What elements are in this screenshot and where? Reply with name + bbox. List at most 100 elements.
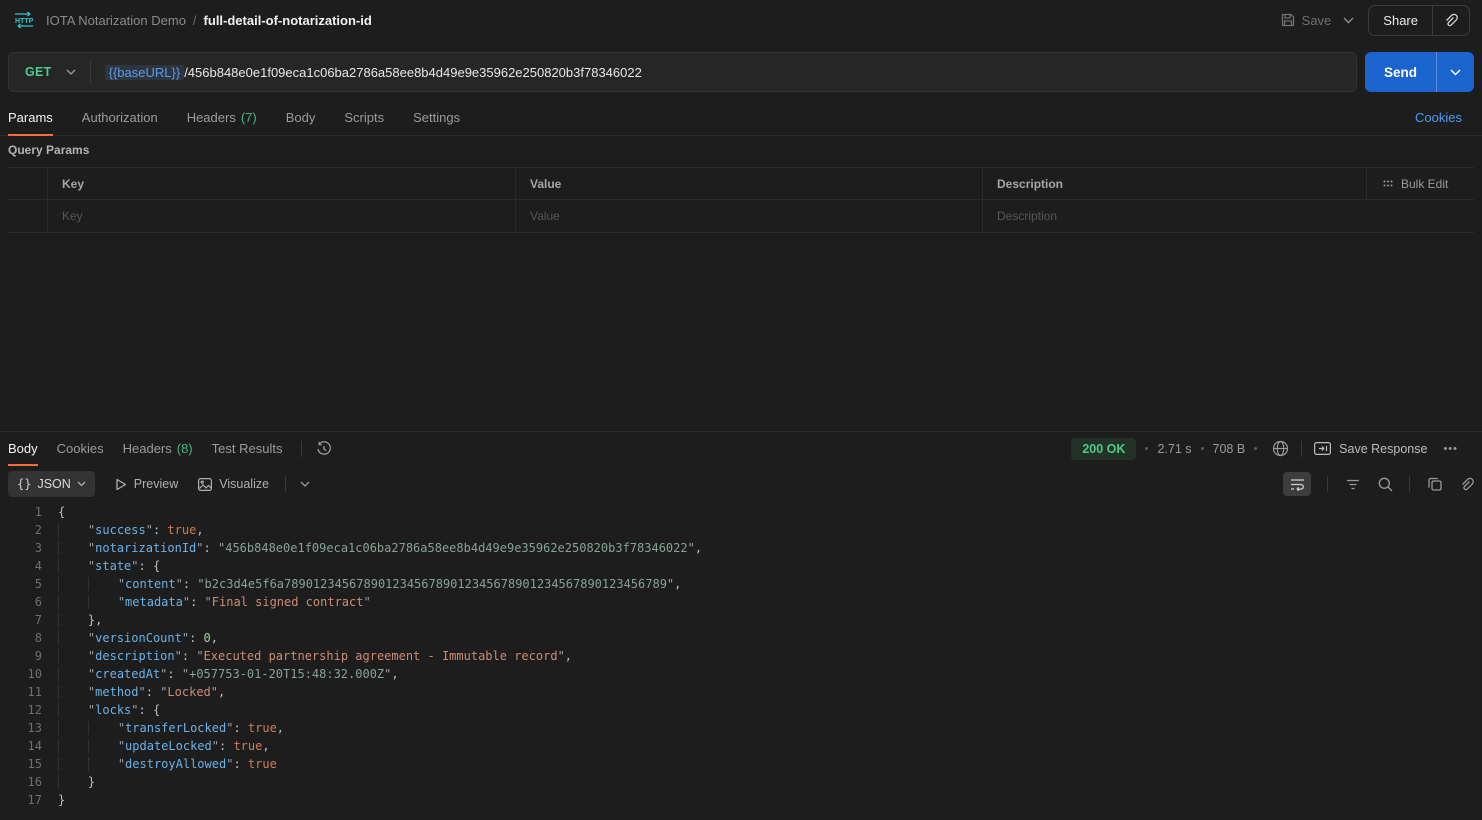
breadcrumb-request-name[interactable]: full-detail-of-notarization-id [204, 13, 372, 28]
tab-body[interactable]: Body [286, 100, 316, 136]
url-input[interactable]: {{baseURL}}/456b848e0e1f09eca1c06ba2786a… [105, 65, 642, 80]
line-number: 5 [0, 575, 42, 593]
bulk-edit-label: Bulk Edit [1401, 177, 1448, 191]
cookies-link[interactable]: Cookies [1415, 110, 1462, 125]
share-button[interactable]: Share [1369, 6, 1432, 35]
copy-link-icon[interactable] [1433, 6, 1469, 35]
response-history-clock-icon[interactable] [316, 441, 332, 457]
wrap-text-icon[interactable] [1283, 472, 1311, 496]
line-number: 13 [0, 719, 42, 737]
code-text: "method": "Locked", [42, 683, 225, 701]
line-number: 12 [0, 701, 42, 719]
save-response-label: Save Response [1339, 442, 1427, 456]
braces-icon: {} [17, 477, 31, 491]
line-number: 3 [0, 539, 42, 557]
line-number: 15 [0, 755, 42, 773]
line-number: 7 [0, 611, 42, 629]
filter-icon[interactable] [1346, 479, 1360, 490]
breadcrumb-collection[interactable]: IOTA Notarization Demo [46, 13, 186, 28]
code-lines: 1{2 "success": true,3 "notarizationId": … [0, 503, 1482, 809]
response-time[interactable]: 2.71 s [1157, 442, 1191, 456]
tab-params[interactable]: Params [8, 100, 53, 136]
drag-dots-icon [1383, 180, 1393, 187]
url-container: GET {{baseURL}}/456b848e0e1f09eca1c06ba2… [8, 52, 1357, 92]
line-number: 2 [0, 521, 42, 539]
visualize-button[interactable]: Visualize [198, 477, 269, 491]
code-text: "content": "b2c3d4e5f6a78901234567890123… [42, 575, 681, 593]
save-button-label: Save [1302, 13, 1332, 28]
code-line: 12 "locks": { [0, 701, 1482, 719]
row-checkbox-cell[interactable] [8, 200, 48, 232]
code-text: } [42, 773, 95, 791]
meta-dot [1145, 447, 1148, 450]
link-icon[interactable] [1460, 477, 1474, 492]
method-chevron-down-icon[interactable] [66, 69, 76, 75]
tab-headers-label: Headers [187, 110, 236, 125]
tab-headers[interactable]: Headers (7) [187, 100, 257, 136]
format-selector[interactable]: {} JSON [8, 471, 95, 497]
code-line: 13 "transferLocked": true, [0, 719, 1482, 737]
method-selector[interactable]: GET [9, 65, 66, 79]
line-number: 10 [0, 665, 42, 683]
tab-settings[interactable]: Settings [413, 100, 460, 136]
code-text: "transferLocked": true, [42, 719, 284, 737]
tab-headers-count: (7) [241, 110, 257, 125]
code-line: 10 "createdAt": "+057753-01-20T15:48:32.… [0, 665, 1482, 683]
code-text: "success": true, [42, 521, 204, 539]
send-button[interactable]: Send [1365, 52, 1437, 92]
visualize-label: Visualize [219, 477, 269, 491]
save-response-button[interactable]: Save Response [1314, 442, 1427, 456]
http-request-icon: HTTP [12, 11, 36, 29]
line-number: 16 [0, 773, 42, 791]
param-value-input[interactable] [530, 209, 982, 223]
toolbar-chevron-down-icon[interactable] [300, 481, 310, 487]
save-button[interactable]: Save [1281, 13, 1332, 28]
code-text: { [42, 503, 65, 521]
response-size[interactable]: 708 B [1213, 442, 1246, 456]
line-number: 11 [0, 683, 42, 701]
code-line: 9 "description": "Executed partnership a… [0, 647, 1482, 665]
response-tab-cookies[interactable]: Cookies [57, 432, 104, 466]
status-badge[interactable]: 200 OK [1071, 438, 1136, 460]
bulk-edit-button[interactable]: Bulk Edit [1367, 168, 1474, 199]
response-body-json[interactable]: 1{2 "success": true,3 "notarizationId": … [0, 503, 1482, 820]
param-description-input[interactable] [997, 209, 1367, 223]
response-tab-test-results[interactable]: Test Results [212, 432, 283, 466]
toolbar-divider [1327, 476, 1328, 492]
select-all-cell[interactable] [8, 168, 48, 199]
code-text: }, [42, 611, 102, 629]
send-options-chevron-down-icon[interactable] [1437, 52, 1474, 92]
network-globe-icon[interactable] [1272, 440, 1289, 457]
share-button-group: Share [1368, 5, 1470, 36]
response-tab-test-results-label: Test Results [212, 441, 283, 456]
more-actions-icon[interactable]: ••• [1443, 443, 1458, 455]
code-line: 3 "notarizationId": "456b848e0e1f09eca1c… [0, 539, 1482, 557]
preview-button[interactable]: Preview [115, 477, 178, 491]
copy-icon[interactable] [1428, 477, 1442, 491]
base-url-variable[interactable]: {{baseURL}} [105, 65, 185, 80]
column-header-description: Description [983, 168, 1367, 199]
code-line: 16 } [0, 773, 1482, 791]
response-tab-body[interactable]: Body [8, 432, 38, 466]
response-tabs: Body Cookies Headers (8) Test Results 20… [0, 431, 1482, 465]
tab-authorization[interactable]: Authorization [82, 100, 158, 136]
meta-dot [1201, 447, 1204, 450]
query-params-table: Key Value Description Bulk Edit [8, 167, 1474, 233]
code-line: 15 "destroyAllowed": true [0, 755, 1482, 773]
column-header-value: Value [516, 168, 983, 199]
response-meta: 200 OK 2.71 s 708 B Save Response •• [1071, 438, 1474, 460]
code-line: 2 "success": true, [0, 521, 1482, 539]
save-options-chevron-down-icon[interactable] [1343, 17, 1354, 24]
preview-label: Preview [134, 477, 178, 491]
code-text: "updateLocked": true, [42, 737, 270, 755]
tab-scripts[interactable]: Scripts [344, 100, 384, 136]
param-key-input[interactable] [62, 209, 515, 223]
response-tab-headers[interactable]: Headers (8) [123, 432, 193, 466]
toolbar-divider [1409, 476, 1410, 492]
code-line: 8 "versionCount": 0, [0, 629, 1482, 647]
response-tab-headers-count: (8) [177, 441, 193, 456]
search-icon[interactable] [1378, 477, 1393, 492]
code-text: "notarizationId": "456b848e0e1f09eca1c06… [42, 539, 702, 557]
code-line: 7 }, [0, 611, 1482, 629]
code-line: 1{ [0, 503, 1482, 521]
